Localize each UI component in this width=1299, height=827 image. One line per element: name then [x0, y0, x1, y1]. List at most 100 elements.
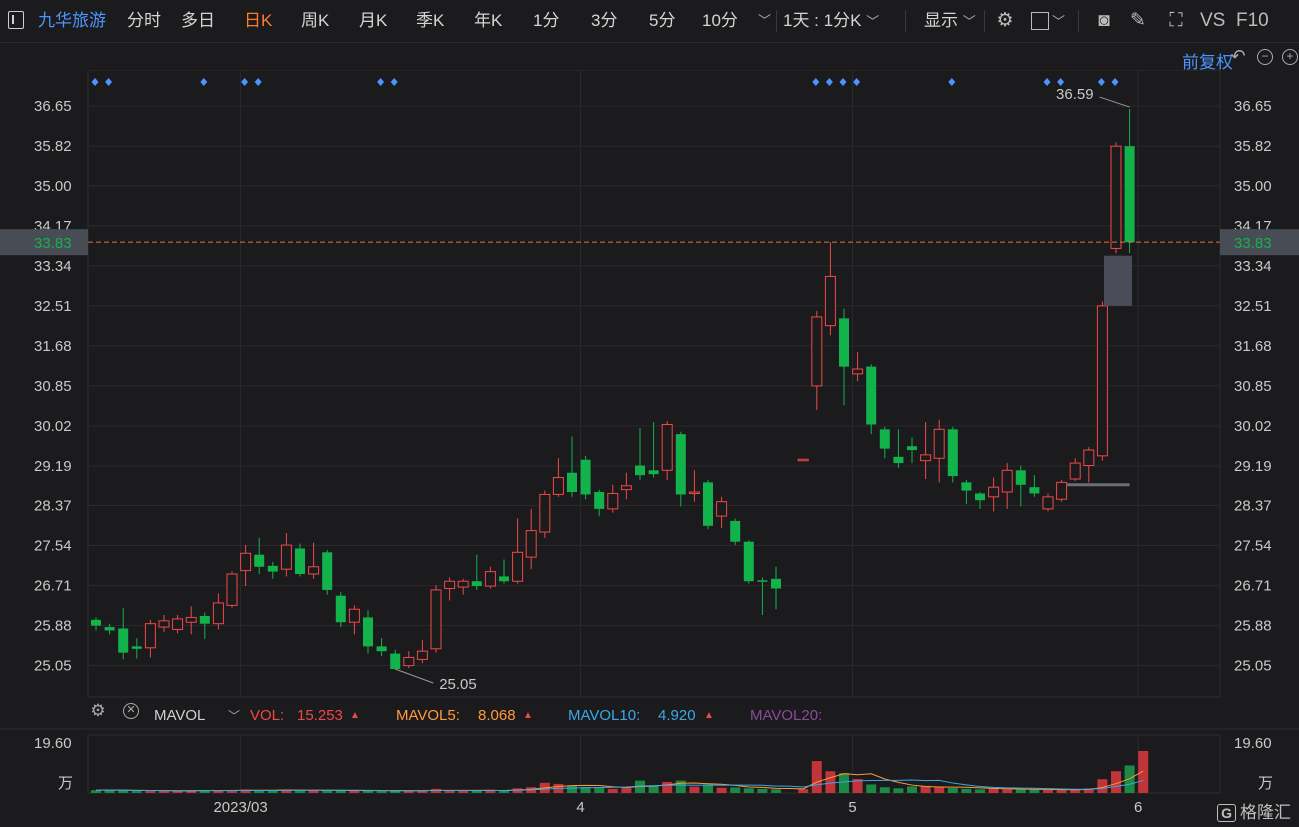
- indicator-name[interactable]: MAVOL: [154, 703, 205, 729]
- low-price-label: 25.05: [439, 676, 477, 693]
- price-tick-label: 33.34: [34, 258, 72, 275]
- zoom-in-icon[interactable]: +: [1282, 49, 1298, 65]
- candle-body: [295, 548, 305, 575]
- candle-body: [580, 459, 591, 495]
- event-marker-icon: [948, 78, 956, 86]
- volume-bar: [1015, 789, 1026, 793]
- volume-bar: [975, 789, 985, 793]
- sidebar-toggle-icon[interactable]: [8, 11, 24, 29]
- event-marker-icon: [377, 78, 385, 86]
- tab-1min[interactable]: 1分: [533, 0, 559, 42]
- price-tick-label: 25.88: [1234, 618, 1272, 635]
- volume-axis-top: 19.60: [1234, 735, 1272, 752]
- more-periods-chevron-icon[interactable]: ﹀: [758, 0, 771, 42]
- stock-name[interactable]: 九华旅游: [38, 0, 106, 42]
- gear-icon[interactable]: ⚙: [90, 702, 106, 719]
- candle-body: [811, 316, 823, 387]
- tab-3min[interactable]: 3分: [591, 0, 617, 42]
- candle-body: [471, 581, 482, 587]
- price-tick-label: 33.34: [1234, 258, 1272, 275]
- f10-button[interactable]: F10: [1236, 0, 1269, 42]
- settings-gear-icon[interactable]: ⚙: [992, 0, 1018, 42]
- volume-bar: [444, 790, 455, 793]
- price-tick-label: 31.68: [34, 338, 72, 355]
- volume-bar: [363, 790, 373, 793]
- vs-compare-button[interactable]: VS: [1200, 0, 1225, 42]
- divider: [1078, 10, 1079, 32]
- candle-body: [988, 486, 1000, 498]
- candle-body: [348, 608, 360, 623]
- candle-body: [484, 571, 496, 587]
- tab-yearly-k[interactable]: 年K: [474, 0, 502, 42]
- watermark: G 格隆汇: [1217, 798, 1291, 823]
- price-tick-label: 31.68: [1234, 338, 1272, 355]
- tab-10min[interactable]: 10分: [702, 0, 738, 42]
- candle-body: [648, 470, 659, 475]
- event-marker-icon: [200, 78, 208, 86]
- candle-body: [212, 602, 224, 625]
- candle-body: [620, 485, 632, 491]
- mavol20-label: MAVOL20:: [750, 707, 823, 724]
- candle-body: [839, 318, 849, 367]
- volume-ma-lines: [95, 770, 1144, 792]
- event-marker-icon: [254, 78, 262, 86]
- volume-bar: [376, 791, 387, 793]
- camera-icon[interactable]: ◙: [1092, 0, 1116, 42]
- price-tick-label: 36.65: [34, 98, 72, 115]
- close-icon[interactable]: ✕: [123, 703, 139, 719]
- date-label: 5: [848, 799, 856, 816]
- undo-icon[interactable]: ↶: [1230, 47, 1246, 65]
- volume-bar: [879, 787, 890, 793]
- event-marker-icon: [91, 78, 99, 86]
- event-marker-icon: [1111, 78, 1119, 86]
- zoom-out-icon[interactable]: −: [1257, 49, 1273, 65]
- mavol10-label: MAVOL10:: [568, 707, 641, 724]
- volume-bar: [730, 787, 741, 793]
- tab-daily-k[interactable]: 日K: [244, 0, 272, 42]
- pencil-icon[interactable]: ✎: [1126, 0, 1150, 42]
- tab-weekly-k[interactable]: 周K: [301, 0, 329, 42]
- chevron-down-icon[interactable]: ﹀: [228, 703, 240, 729]
- price-tick-label: 25.88: [34, 618, 72, 635]
- tab-5min[interactable]: 5分: [649, 0, 675, 42]
- mavol10-value: 4.920: [658, 707, 696, 724]
- price-tick-label: 35.00: [34, 178, 72, 195]
- volume-bar: [594, 788, 605, 793]
- display-menu[interactable]: 显示 ﹀: [924, 0, 976, 42]
- interval-select[interactable]: 1天 : 1分K ﹀: [783, 0, 879, 42]
- layout-select-icon[interactable]: ﹀: [1030, 0, 1066, 42]
- candle-body: [675, 434, 686, 495]
- candle-body: [1029, 487, 1040, 494]
- fullscreen-icon[interactable]: ⛶: [1164, 0, 1188, 42]
- watermark-badge: G: [1217, 804, 1236, 822]
- candle-body: [703, 482, 713, 526]
- toolbar: 九华旅游 分时 多日 日K 周K 月K 季K 年K 1分 3分 5分 10分 ﹀…: [0, 0, 1299, 43]
- price-tick-label: 32.51: [1234, 298, 1272, 315]
- tab-multi-day[interactable]: 多日: [181, 0, 215, 42]
- price-tick-label: 27.54: [34, 538, 72, 555]
- candle-body: [199, 615, 210, 624]
- volume-bar: [689, 786, 700, 793]
- candle-body: [158, 620, 170, 628]
- candle-body: [607, 492, 619, 510]
- volume-bar: [145, 790, 156, 793]
- candle-body: [390, 653, 401, 670]
- date-axis: 2023/03 4 5 6: [213, 799, 1142, 816]
- event-markers: [91, 78, 1119, 86]
- event-marker-icon: [1043, 78, 1051, 86]
- mavol10-line: [95, 779, 1144, 792]
- volume-bar: [716, 787, 727, 793]
- candle-body: [118, 628, 129, 653]
- tab-intraday[interactable]: 分时: [127, 0, 161, 42]
- candle-body: [240, 552, 252, 572]
- tab-quarterly-k[interactable]: 季K: [416, 0, 444, 42]
- candle-body: [688, 491, 700, 495]
- volume-bar: [308, 790, 319, 793]
- vol-value: 15.253: [297, 707, 343, 724]
- candle-body: [104, 627, 115, 631]
- price-tick-label: 35.82: [34, 138, 72, 155]
- candle-body: [280, 544, 292, 570]
- tab-monthly-k[interactable]: 月K: [359, 0, 387, 42]
- current-price-label: 33.83: [1234, 235, 1272, 252]
- candle-body: [512, 551, 524, 582]
